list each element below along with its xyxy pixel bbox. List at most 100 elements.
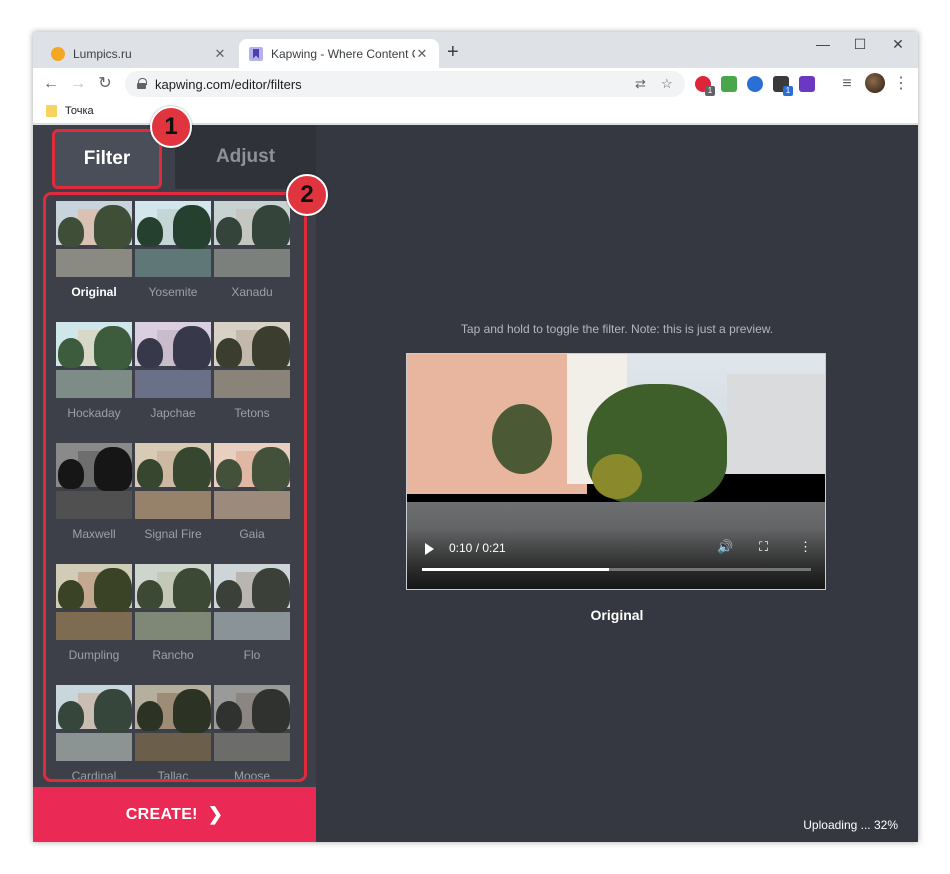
current-filter-label: Original: [590, 607, 644, 623]
back-arrow-icon[interactable]: ←: [40, 73, 62, 95]
filter-label: Dumpling: [68, 648, 120, 662]
thumbnail-ground: [135, 491, 211, 519]
fullscreen-icon[interactable]: ⛶: [759, 539, 768, 555]
browser-menu-icon[interactable]: ⋮: [893, 73, 909, 93]
video-player[interactable]: 0:10 / 0:21 🔊 ⛶ ⋮: [406, 353, 826, 590]
ad-extension-icon[interactable]: [799, 76, 815, 92]
filter-sidebar: Filter Adjust Original Yosemite Xanadu Hock…: [33, 125, 316, 842]
filter-option[interactable]: Japchae: [135, 322, 211, 432]
play-icon[interactable]: [425, 543, 434, 555]
volume-icon[interactable]: 🔊: [717, 539, 733, 555]
forward-arrow-icon[interactable]: →: [67, 73, 89, 95]
filter-option[interactable]: Xanadu: [214, 201, 290, 311]
filter-thumbnail: [135, 443, 211, 519]
bookmark-star-icon[interactable]: ☆: [661, 76, 673, 92]
vpn-extension-icon[interactable]: [747, 76, 763, 92]
profile-avatar[interactable]: [865, 73, 885, 93]
filter-option[interactable]: Signal Fire: [135, 443, 211, 553]
new-tab-button[interactable]: +: [447, 41, 459, 64]
filter-thumbnail: [214, 201, 290, 277]
tab-filter[interactable]: Filter: [52, 129, 162, 189]
thumbnail-tree1: [58, 459, 84, 489]
filter-thumbnail: [135, 201, 211, 277]
tab-title: Lumpics.ru: [73, 46, 132, 61]
thumbnail-tree1: [216, 701, 242, 731]
music-extension-icon[interactable]: [721, 76, 737, 92]
thumbnail-ground: [56, 370, 132, 398]
bookmark-item[interactable]: Точка: [65, 105, 94, 117]
close-tab-icon[interactable]: ✕: [415, 46, 429, 62]
thumbnail-ground: [135, 733, 211, 761]
filter-thumbnail: [56, 564, 132, 640]
more-options-icon[interactable]: ⋮: [799, 539, 812, 555]
box-extension-icon[interactable]: 1: [773, 76, 793, 96]
create-button-label: CREATE!: [125, 805, 198, 823]
filter-label: Tallac: [157, 769, 189, 782]
filter-label: Rancho: [152, 648, 194, 662]
filter-thumbnail: [214, 443, 290, 519]
maximize-button[interactable]: ☐: [845, 36, 875, 53]
thumbnail-tree2: [94, 326, 132, 370]
filter-label: Original: [71, 285, 117, 299]
address-bar[interactable]: kapwing.com/editor/filters ⇄ ☆: [125, 71, 685, 97]
filter-option[interactable]: Cardinal: [56, 685, 132, 779]
thumbnail-tree2: [173, 326, 211, 370]
video-controls: 0:10 / 0:21 🔊 ⛶ ⋮: [407, 529, 825, 589]
thumbnail-ground: [135, 249, 211, 277]
thumbnail-tree2: [252, 447, 290, 491]
filter-thumbnail: [214, 564, 290, 640]
minimize-button[interactable]: —: [808, 36, 838, 52]
video-time: 0:10 / 0:21: [449, 541, 506, 555]
filter-option[interactable]: Flo: [214, 564, 290, 674]
create-button[interactable]: CREATE! ❯: [33, 787, 316, 842]
video-progress-fill: [422, 568, 609, 571]
filter-option[interactable]: Original: [56, 201, 132, 311]
lumpics-favicon-icon: [51, 46, 65, 61]
filter-option[interactable]: Gaia: [214, 443, 290, 553]
thumbnail-ground: [135, 612, 211, 640]
filter-option[interactable]: Yosemite: [135, 201, 211, 311]
thumbnail-tree1: [216, 338, 242, 368]
thumbnail-tree2: [94, 568, 132, 612]
filter-thumbnail: [214, 685, 290, 761]
playlist-icon[interactable]: ≡: [836, 73, 858, 95]
url-text[interactable]: kapwing.com/editor/filters: [155, 77, 302, 92]
filter-option[interactable]: Hockaday: [56, 322, 132, 432]
video-frame-church: [727, 374, 825, 474]
filter-label: Moose: [233, 769, 271, 782]
thumbnail-tree1: [216, 217, 242, 247]
filter-label: Signal Fire: [144, 527, 202, 541]
thumbnail-tree1: [137, 338, 163, 368]
filter-label: Flo: [243, 648, 261, 662]
filter-option[interactable]: Moose: [214, 685, 290, 779]
filter-option[interactable]: Rancho: [135, 564, 211, 674]
filter-label: Tetons: [234, 406, 270, 420]
video-progress-bar[interactable]: [422, 568, 811, 571]
filter-label: Yosemite: [148, 285, 198, 299]
reload-icon[interactable]: ↻: [94, 73, 116, 95]
filter-option[interactable]: Maxwell: [56, 443, 132, 553]
thumbnail-tree1: [216, 580, 242, 610]
close-tab-icon[interactable]: ✕: [213, 46, 227, 62]
folder-icon: [46, 105, 57, 117]
video-frame-bush: [592, 454, 642, 499]
filter-thumbnail: [135, 685, 211, 761]
filter-thumbnail: [56, 443, 132, 519]
browser-tab-kapwing[interactable]: Kapwing - Where Content Creati ✕: [239, 39, 439, 68]
filter-option[interactable]: Tetons: [214, 322, 290, 432]
thumbnail-tree1: [58, 217, 84, 247]
filter-list: Original Yosemite Xanadu Hockaday Japchae Tet…: [43, 192, 307, 782]
window-close-button[interactable]: ✕: [883, 36, 913, 53]
upload-status: Uploading ... 32%: [803, 818, 898, 832]
callout-badge-2: 2: [286, 174, 328, 216]
thumbnail-tree2: [94, 689, 132, 733]
filter-option[interactable]: Dumpling: [56, 564, 132, 674]
opera-extension-icon[interactable]: 1: [695, 76, 715, 96]
translate-icon[interactable]: ⇄: [635, 76, 646, 92]
browser-tab-lumpics[interactable]: Lumpics.ru ✕: [41, 39, 237, 68]
thumbnail-tree2: [173, 447, 211, 491]
filter-option[interactable]: Tallac: [135, 685, 211, 779]
browser-window: Lumpics.ru ✕ Kapwing - Where Content Cre…: [33, 32, 918, 842]
thumbnail-tree2: [94, 205, 132, 249]
thumbnail-ground: [56, 249, 132, 277]
